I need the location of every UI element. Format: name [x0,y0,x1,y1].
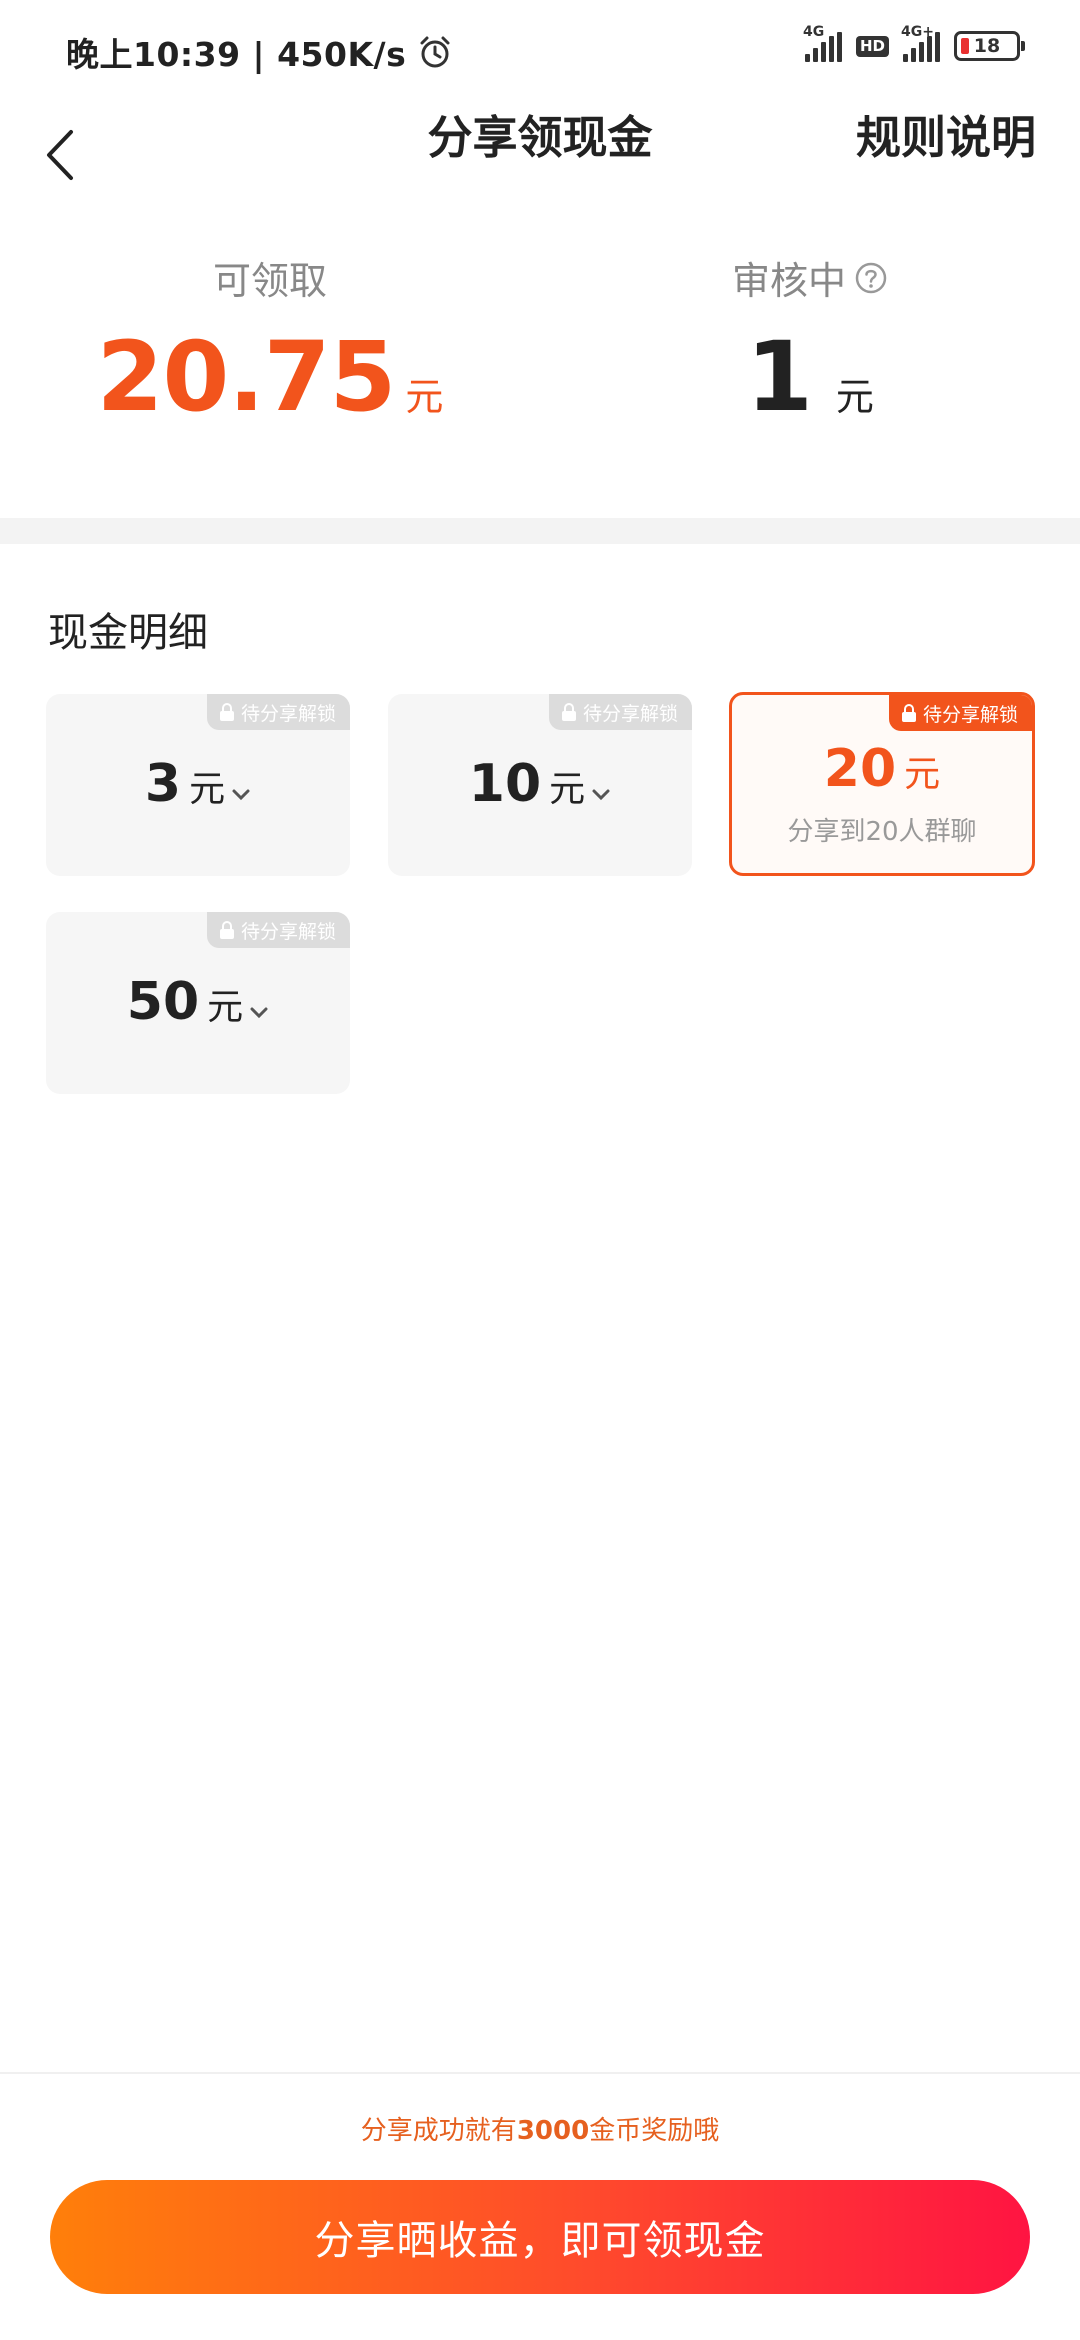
reward-hint-highlight: 3000 [516,2116,590,2146]
reward-hint-prefix: 分享成功就有 [360,2116,517,2146]
card-value: 3 [144,754,182,814]
section-title: 现金明细 [48,610,208,656]
status-right: 4G HD 4G+ 18 [803,24,1025,62]
battery-level: 18 [973,35,1001,57]
lock-icon [219,921,234,939]
card-badge: 待分享解锁 [548,694,692,730]
card-unit: 元 [549,769,586,810]
reward-hint-suffix: 金币奖励哦 [589,2116,720,2146]
chevron-down-icon [250,1007,268,1019]
network-tag-2: 4G+ [901,24,934,40]
card-unit: 元 [904,754,941,795]
card-badge-label: 待分享解锁 [582,702,678,725]
chevron-down-icon [232,789,250,801]
card-badge: 待分享解锁 [206,912,350,948]
reviewing-summary: 审核中 1 元 [540,250,1080,433]
card-badge-label: 待分享解锁 [922,703,1018,726]
share-button[interactable]: 分享晒收益，即可领现金 [50,2180,1030,2294]
signal-icon: 4G [803,24,842,62]
cash-card-50[interactable]: 待分享解锁 50 元 [46,912,350,1094]
chevron-left-icon [47,130,73,180]
lock-icon [561,703,576,721]
cash-card-3[interactable]: 待分享解锁 3 元 [46,694,350,876]
card-badge: 待分享解锁 [206,694,350,730]
card-amount: 20 元 [732,739,1032,799]
bottom-divider [0,2072,1080,2074]
lock-icon [219,703,234,721]
hd-badge: HD [855,35,889,57]
available-label: 可领取 [212,259,327,303]
status-time: 晚上10:39 | 450K/s [66,35,407,74]
cash-card-10[interactable]: 待分享解锁 10 元 [388,694,692,876]
rules-link[interactable]: 规则说明 [856,100,1036,176]
card-badge-label: 待分享解锁 [240,702,336,725]
summary-panel: 可领取 20.75 元 审核中 1 元 [0,250,1080,450]
available-value: 20.75 元 [0,321,540,433]
available-unit: 元 [405,375,444,419]
status-left: 晚上10:39 | 450K/s [66,28,452,76]
lock-icon [901,704,916,722]
reviewing-amount: 1 [746,321,813,433]
card-amount: 50 元 [46,972,350,1032]
status-bar: 晚上10:39 | 450K/s 4G HD 4G+ 18 [0,0,1080,100]
reviewing-label-row: 审核中 [732,250,888,305]
section-divider [0,518,1080,544]
card-unit: 元 [189,769,226,810]
card-badge-label: 待分享解锁 [240,920,336,943]
card-amount: 10 元 [388,754,692,814]
back-button[interactable] [30,120,90,190]
reward-hint: 分享成功就有3000金币奖励哦 [0,2110,1080,2147]
cash-card-20[interactable]: 待分享解锁 20 元 分享到20人群聊 [729,692,1035,876]
card-unit: 元 [207,987,244,1028]
available-summary: 可领取 20.75 元 [0,250,540,433]
reviewing-unit: 元 [835,375,874,419]
card-value: 20 [823,739,897,799]
available-amount: 20.75 [96,321,397,433]
signal-icon-2: 4G+ [901,24,940,62]
network-tag: 4G [802,24,825,40]
chevron-down-icon [592,789,610,801]
alarm-icon [420,36,450,68]
reviewing-value: 1 元 [540,321,1080,433]
card-subtitle: 分享到20人群聊 [787,817,977,847]
card-badge: 待分享解锁 [888,695,1032,731]
reviewing-label: 审核中 [731,259,846,303]
card-amount: 3 元 [46,754,350,814]
card-value: 10 [468,754,542,814]
card-value: 50 [126,972,200,1032]
nav-bar: 分享领现金 规则说明 [0,100,1080,210]
help-icon[interactable] [854,261,888,295]
battery-icon: 18 [954,31,1025,61]
